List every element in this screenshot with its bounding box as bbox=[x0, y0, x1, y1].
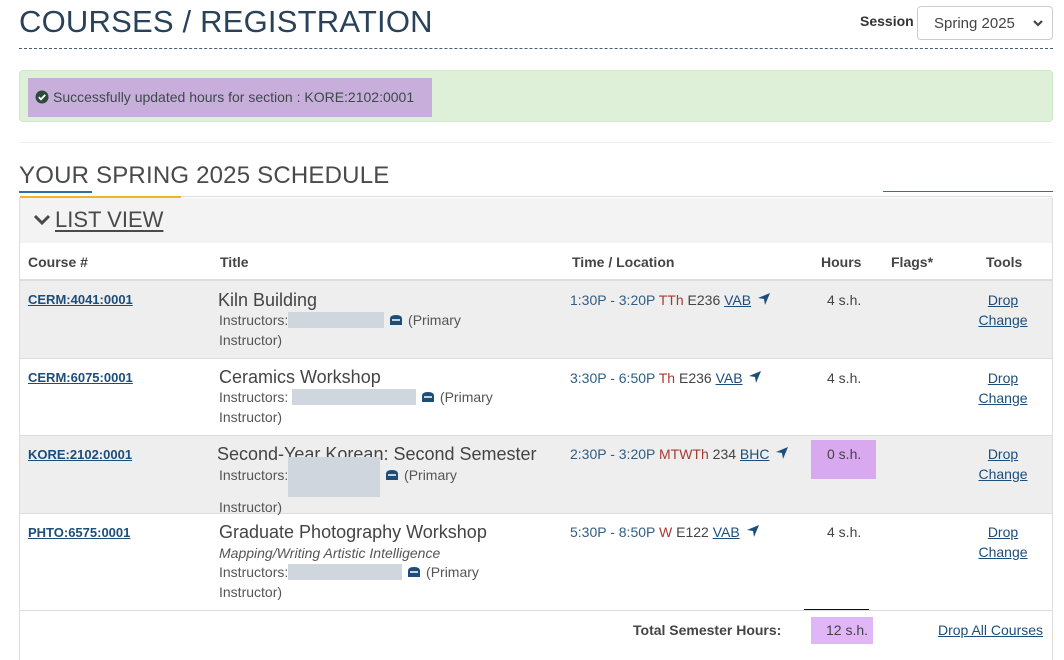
section-divider bbox=[19, 142, 1053, 143]
schedule-title: YOUR SPRING 2025 SCHEDULE bbox=[19, 162, 390, 189]
room: E236 bbox=[678, 370, 712, 386]
column-header-tools: Tools bbox=[986, 254, 1023, 270]
redacted-instructor-name bbox=[292, 389, 417, 405]
instructors-label: Instructors: bbox=[219, 467, 289, 483]
course-title: Kiln Building bbox=[218, 290, 318, 310]
inbox-icon[interactable] bbox=[420, 391, 436, 403]
total-hours-label: Total Semester Hours: bbox=[633, 622, 782, 638]
instructors: Instructors: (Primary Instructor) bbox=[219, 457, 519, 517]
hours: 4 s.h. bbox=[827, 292, 862, 308]
time-location: 5:30P - 8:50P W E122 VAB bbox=[570, 524, 760, 540]
drop-link[interactable]: Drop bbox=[978, 290, 1028, 310]
row-tools: Drop Change bbox=[978, 444, 1028, 484]
chevron-down-icon bbox=[1033, 20, 1043, 27]
alert-text: Successfully updated hours for section :… bbox=[53, 89, 415, 105]
building-link[interactable]: BHC bbox=[740, 446, 770, 462]
column-header-title: Title bbox=[220, 254, 249, 270]
change-link[interactable]: Change bbox=[978, 388, 1028, 408]
instructors-label: Instructors: bbox=[219, 564, 289, 580]
chevron-down-icon bbox=[33, 214, 51, 226]
time: 5:30P - 8:50P bbox=[570, 524, 656, 540]
location-arrow-icon[interactable] bbox=[775, 446, 789, 460]
course-subtitle: Mapping/Writing Artistic Intelligence bbox=[219, 545, 441, 561]
room: 234 bbox=[712, 446, 737, 462]
schedule-title-underline bbox=[19, 191, 92, 193]
time-location: 1:30P - 3:20P TTh E236 VAB bbox=[570, 292, 771, 308]
instructors: Instructors: (Primary Instructor) bbox=[219, 562, 519, 602]
session-select[interactable]: Spring 2025 bbox=[917, 6, 1053, 40]
session-label: Session bbox=[860, 13, 914, 29]
course-link[interactable]: CERM:6075:0001 bbox=[28, 370, 133, 385]
course-link[interactable]: PHTO:6575:0001 bbox=[28, 525, 130, 540]
redacted-instructor-name bbox=[288, 312, 385, 328]
time: 2:30P - 3:20P bbox=[570, 446, 656, 462]
hours: 4 s.h. bbox=[827, 524, 862, 540]
location-arrow-icon[interactable] bbox=[757, 292, 771, 306]
inbox-icon[interactable] bbox=[384, 469, 400, 481]
days: TTh bbox=[658, 292, 684, 308]
title-divider bbox=[19, 48, 1053, 49]
row-tools: Drop Change bbox=[978, 290, 1028, 330]
hours: 4 s.h. bbox=[827, 370, 862, 386]
time-location: 2:30P - 3:20P MTWTh 234 BHC bbox=[570, 446, 789, 462]
inbox-icon[interactable] bbox=[388, 314, 404, 326]
right-tab-underline bbox=[883, 191, 1053, 192]
inbox-icon[interactable] bbox=[406, 566, 422, 578]
row-tools: Drop Change bbox=[978, 522, 1028, 562]
building-link[interactable]: VAB bbox=[716, 370, 743, 386]
instructors: Instructors: (Primary Instructor) bbox=[219, 387, 519, 427]
check-circle-icon bbox=[35, 90, 49, 104]
table-row: KORE:2102:0001 Second-Year Korean: Secon… bbox=[20, 436, 1052, 517]
room: E122 bbox=[676, 524, 709, 540]
course-title: Ceramics Workshop bbox=[219, 367, 381, 387]
panel-heading bbox=[20, 198, 1052, 243]
table-row: CERM:4041:0001 Kiln Building Instructors… bbox=[20, 281, 1052, 359]
drop-link[interactable]: Drop bbox=[978, 522, 1028, 542]
drop-link[interactable]: Drop bbox=[978, 444, 1028, 464]
change-link[interactable]: Change bbox=[978, 542, 1028, 562]
column-header-course: Course # bbox=[28, 254, 88, 270]
total-overline bbox=[804, 609, 869, 610]
list-view-toggle[interactable]: LIST VIEW bbox=[33, 207, 163, 233]
change-link[interactable]: Change bbox=[978, 464, 1028, 484]
column-header-flags: Flags* bbox=[891, 254, 934, 270]
session-select-value: Spring 2025 bbox=[934, 15, 1015, 32]
total-hours-value: 12 s.h. bbox=[826, 622, 869, 638]
time: 3:30P - 6:50P bbox=[570, 370, 656, 386]
redacted-instructor-name bbox=[288, 457, 381, 497]
course-link[interactable]: CERM:4041:0001 bbox=[28, 292, 133, 307]
instructors-label: Instructors: bbox=[219, 312, 289, 328]
location-arrow-icon[interactable] bbox=[746, 524, 760, 538]
time: 1:30P - 3:20P bbox=[570, 292, 656, 308]
days: Th bbox=[658, 370, 676, 386]
drop-link[interactable]: Drop bbox=[978, 368, 1028, 388]
alert-message: Successfully updated hours for section :… bbox=[35, 89, 414, 105]
table-row: PHTO:6575:0001 Graduate Photography Work… bbox=[20, 514, 1052, 611]
hours: 0 s.h. bbox=[827, 446, 862, 462]
redacted-instructor-name bbox=[288, 564, 403, 580]
building-link[interactable]: VAB bbox=[724, 292, 751, 308]
room: E236 bbox=[687, 292, 721, 308]
table-row: CERM:6075:0001 Ceramics Workshop Instruc… bbox=[20, 359, 1052, 436]
time-location: 3:30P - 6:50P Th E236 VAB bbox=[570, 370, 762, 386]
instructors: Instructors: (Primary Instructor) bbox=[219, 310, 519, 350]
page-title: COURSES / REGISTRATION bbox=[19, 4, 433, 39]
column-header-hours: Hours bbox=[821, 254, 862, 270]
building-link[interactable]: VAB bbox=[713, 524, 740, 540]
location-arrow-icon[interactable] bbox=[748, 370, 762, 384]
list-view-label: LIST VIEW bbox=[55, 207, 164, 232]
days: W bbox=[659, 524, 673, 540]
row-tools: Drop Change bbox=[978, 368, 1028, 408]
instructors-label: Instructors: bbox=[219, 389, 289, 405]
column-header-time-location: Time / Location bbox=[572, 254, 675, 270]
days: MTWTh bbox=[659, 446, 709, 462]
change-link[interactable]: Change bbox=[978, 310, 1028, 330]
drop-all-courses-link[interactable]: Drop All Courses bbox=[938, 622, 1043, 638]
course-link[interactable]: KORE:2102:0001 bbox=[28, 447, 132, 462]
course-title: Graduate Photography Workshop bbox=[219, 522, 487, 542]
